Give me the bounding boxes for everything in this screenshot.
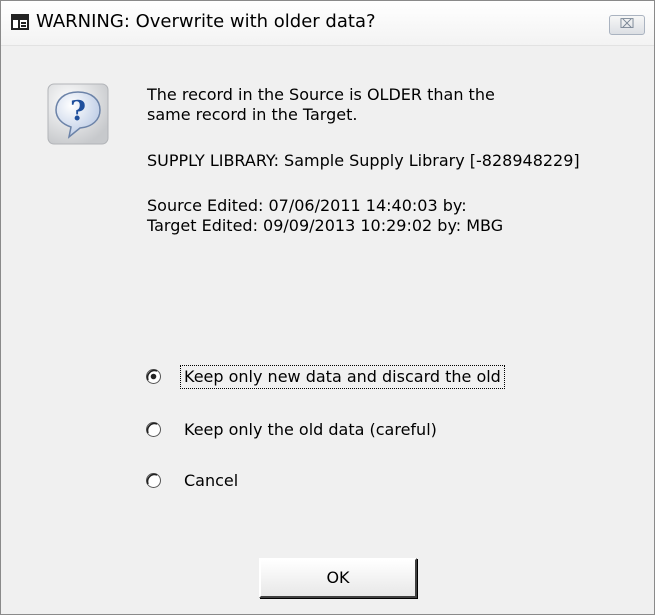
form-icon [11,14,29,30]
question-icon: ? [47,83,109,145]
svg-text:?: ? [70,96,86,127]
option-label: Keep only new data and discard the old [180,365,505,389]
source-edited: Source Edited: 07/06/2011 14:40:03 by: [147,196,467,215]
close-icon: ⌧ [619,17,635,32]
message-line-2: same record in the Target. [147,105,358,124]
option-label: Cancel [184,471,239,490]
option-label: Keep only the old data (careful) [184,420,437,439]
radio-unselected-icon[interactable] [145,421,162,438]
window-title: WARNING: Overwrite with older data? [36,11,376,32]
radio-selected-icon[interactable] [145,368,162,385]
target-edited: Target Edited: 09/09/2013 10:29:02 by: M… [147,216,504,235]
title-bar[interactable]: WARNING: Overwrite with older data? ⌧ [1,1,654,46]
ok-button[interactable]: OK [259,558,417,598]
message-line-1: The record in the Source is OLDER than t… [147,85,495,104]
library-line: SUPPLY LIBRARY: Sample Supply Library [-… [147,151,580,170]
close-button[interactable]: ⌧ [609,15,645,35]
dialog-window: WARNING: Overwrite with older data? ⌧ ? … [0,0,655,615]
radio-unselected-icon[interactable] [145,472,162,489]
